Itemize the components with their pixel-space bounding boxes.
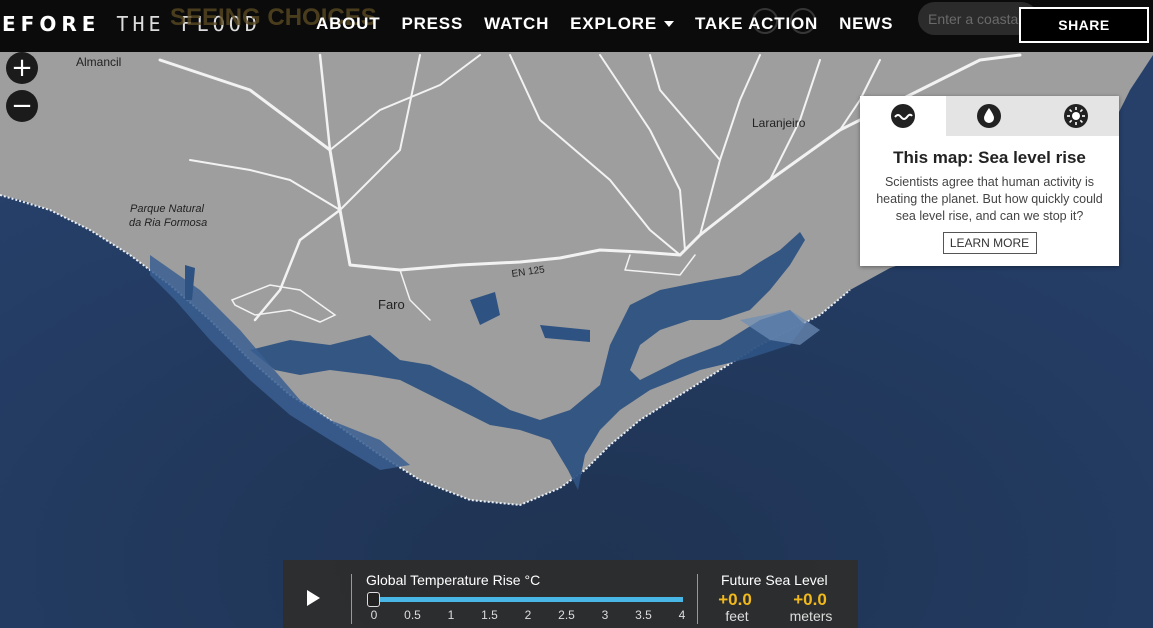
nav-news[interactable]: NEWS xyxy=(839,14,893,34)
sun-icon xyxy=(1063,104,1088,128)
slider-tick-label: 3 xyxy=(601,608,609,622)
top-navigation-bar: EFORE THE FLOOD SEEING CHOICES ABOUT PRE… xyxy=(0,0,1153,52)
nav-watch[interactable]: WATCH xyxy=(484,14,549,34)
nav-label: NEWS xyxy=(839,14,894,33)
temperature-control-panel: Global Temperature Rise °C 0 0.5 1 1.5 2 2.5 3… xyxy=(283,560,858,628)
slider-ticks: 0 0.5 1 1.5 2 2.5 3 3.5 4 xyxy=(363,608,688,624)
slider-tick-label: 3.5 xyxy=(635,608,652,622)
divider xyxy=(697,574,698,624)
play-icon[interactable] xyxy=(307,590,320,606)
main-nav: ABOUT PRESS WATCH EXPLORE TAKE ACTION NE… xyxy=(316,14,914,34)
info-panel: This map: Sea level rise Scientists agre… xyxy=(860,96,1119,266)
feet-value: +0.0 xyxy=(718,590,752,609)
label-laranjeiro: Laranjeiro xyxy=(752,116,806,130)
logo-part1: EFORE xyxy=(2,12,101,36)
tab-water[interactable] xyxy=(946,96,1033,136)
tab-sea-level[interactable] xyxy=(860,96,947,136)
slider-tick-label: 2.5 xyxy=(558,608,575,622)
label-almancil: Almancil xyxy=(76,55,121,69)
water-drop-icon xyxy=(977,104,1002,128)
feet-unit: feet xyxy=(725,608,749,624)
slider-tick-label: 4 xyxy=(678,608,686,622)
meters-value: +0.0 xyxy=(793,590,827,609)
sea-level-map[interactable]: Almancil Laranjeiro Parque Natural da Ri… xyxy=(0,0,1153,628)
meters-unit: meters xyxy=(789,608,833,624)
slider-tick-label: 0.5 xyxy=(404,608,421,622)
info-tabs xyxy=(860,96,1119,136)
chevron-down-icon xyxy=(664,21,674,27)
tab-heat[interactable] xyxy=(1032,96,1119,136)
share-button[interactable]: SHARE xyxy=(1019,7,1149,43)
wave-icon xyxy=(891,104,916,128)
nav-press[interactable]: PRESS xyxy=(401,14,463,34)
info-title: This map: Sea level rise xyxy=(893,148,1086,167)
nav-label: WATCH xyxy=(484,14,550,33)
slider-tick-label: 2 xyxy=(524,608,532,622)
nav-take-action[interactable]: TAKE ACTION xyxy=(695,14,818,34)
zoom-in-button[interactable]: + xyxy=(6,52,38,84)
nav-label: TAKE ACTION xyxy=(695,14,819,33)
nav-about[interactable]: ABOUT xyxy=(316,14,380,34)
divider xyxy=(351,574,352,624)
learn-more-button[interactable]: LEARN MORE xyxy=(942,232,1037,254)
label-parque-2: da Ria Formosa xyxy=(129,217,207,229)
temperature-slider-track[interactable] xyxy=(371,597,683,602)
temperature-slider-thumb[interactable] xyxy=(367,592,380,607)
slider-tick-label: 1.5 xyxy=(481,608,498,622)
nav-label: EXPLORE xyxy=(570,14,657,33)
info-body: Scientists agree that human activity is … xyxy=(876,175,1103,223)
nav-label: ABOUT xyxy=(316,14,381,33)
label-parque-1: Parque Natural xyxy=(130,203,205,215)
label-faro: Faro xyxy=(378,297,405,312)
future-sea-level-title: Future Sea Level xyxy=(721,572,828,588)
slider-tick-label: 1 xyxy=(447,608,455,622)
nav-label: PRESS xyxy=(401,14,464,33)
slider-title: Global Temperature Rise °C xyxy=(366,572,541,588)
zoom-out-button[interactable]: − xyxy=(6,90,38,122)
nav-explore[interactable]: EXPLORE xyxy=(570,14,674,34)
slider-tick-label: 0 xyxy=(370,608,378,622)
